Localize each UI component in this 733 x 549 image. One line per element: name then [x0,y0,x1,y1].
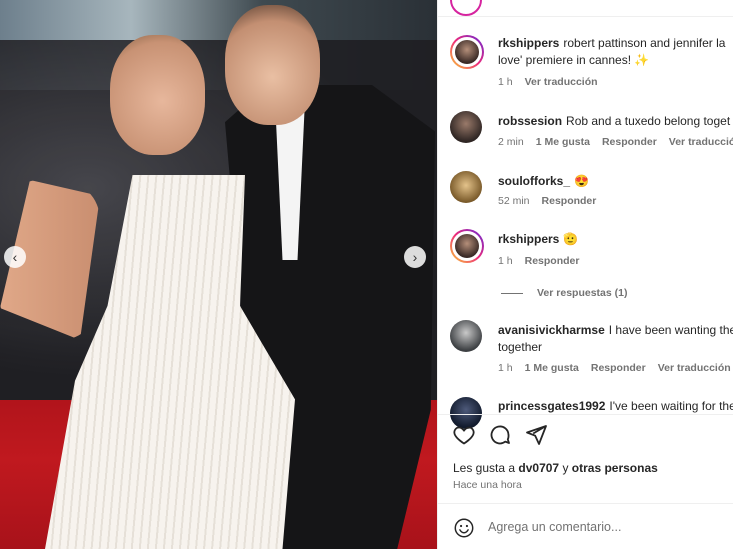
see-translation-link[interactable]: Ver traducción [525,76,598,88]
view-replies-button[interactable]: Ver respuestas (1) [501,287,627,299]
comment-meta: 52 min Responder [498,195,608,207]
see-translation-link[interactable]: Ver traducción [658,362,731,374]
post-header-strip [438,0,733,17]
likes-conj: y [562,461,569,475]
reply-button[interactable]: Responder [602,136,657,148]
man-head [225,5,320,125]
likes-prefix: Les gusta a [453,461,516,475]
liked-by-user-link[interactable]: dv0707 [518,461,559,475]
chevron-right-icon: › [412,249,418,265]
comment-meta: 1 h 1 Me gusta Responder Ver traducción [498,362,733,374]
comment-meta: 1 h Ver traducción [498,76,610,88]
woman-head [110,35,205,155]
comment-icon[interactable] [488,423,512,447]
comment-username[interactable]: avanisivickharmse [498,323,605,337]
reply-button[interactable]: Responder [525,255,580,267]
story-ring [450,0,482,16]
comment-likes[interactable]: 1 Me gusta [536,136,590,148]
comment-username[interactable]: princessgates1992 [498,399,605,413]
view-replies-label: Ver respuestas (1) [537,287,628,299]
avatar[interactable] [450,111,482,143]
chevron-left-icon: ‹ [12,249,18,265]
likes-summary: Les gusta a dv0707 y otras personas [453,461,658,475]
post-photo[interactable]: ‹ › [0,0,437,549]
avatar[interactable] [450,229,484,263]
comment-time: 1 h [498,362,513,374]
comment-meta: 1 h Responder [498,255,591,267]
comment-time: 52 min [498,195,530,207]
comment-time: 1 h [498,76,513,88]
comment-username[interactable]: rkshippers [498,36,559,50]
heart-icon[interactable] [452,423,476,447]
comment-time: 2 min [498,136,524,148]
comments-panel: rkshippers robert pattinson and jennifer … [437,0,733,549]
emoji-icon[interactable] [453,517,475,539]
avatar[interactable] [450,320,482,352]
share-icon[interactable] [524,423,548,447]
comment-text: 🫡 [563,232,579,246]
comment-text: Rob and a tuxedo belong toget [566,114,731,128]
reply-button[interactable]: Responder [542,195,597,207]
replies-divider [501,292,523,294]
comment-input[interactable]: Agrega un comentario... [488,520,621,534]
next-photo-button[interactable]: › [404,246,426,268]
comment-text: 😍 [574,174,589,188]
comment-likes[interactable]: 1 Me gusta [525,362,579,374]
see-translation-link[interactable]: Ver traducción [669,136,733,148]
comment-meta: 2 min 1 Me gusta Responder Ver traducción [498,136,733,148]
comment-username[interactable]: robssesion [498,114,562,128]
avatar[interactable] [450,35,484,69]
liked-by-others-link[interactable]: otras personas [572,461,658,475]
comment-username[interactable]: rkshippers [498,232,559,246]
add-comment-bar: Agrega un comentario... [438,503,733,549]
previous-photo-button[interactable]: ‹ [4,246,26,268]
post-timestamp: Hace una hora [453,479,522,491]
comment-username[interactable]: soulofforks_ [498,174,570,188]
avatar[interactable] [450,171,482,203]
comment-time: 1 h [498,255,513,267]
reply-button[interactable]: Responder [591,362,646,374]
comment-text: I've been waiting for the [609,399,733,413]
